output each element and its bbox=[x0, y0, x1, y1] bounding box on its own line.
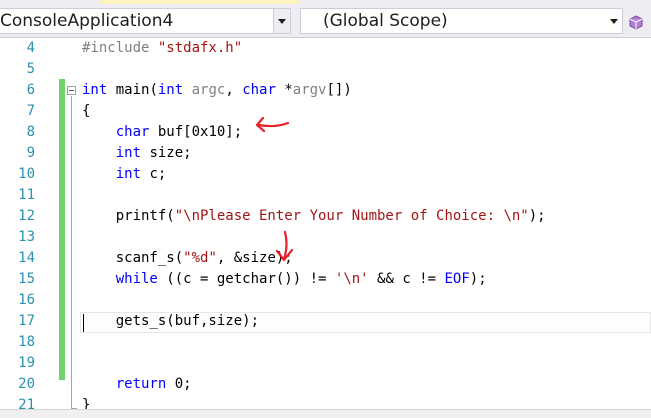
change-indicator bbox=[59, 79, 65, 100]
collapse-icon[interactable] bbox=[67, 86, 76, 95]
code-token: int bbox=[157, 82, 184, 98]
code-token: return bbox=[115, 376, 167, 392]
code-token: while bbox=[115, 271, 158, 287]
code-token: main( bbox=[107, 82, 158, 98]
scope-dropdown-label: (Global Scope) bbox=[323, 11, 448, 31]
line-number: 13 bbox=[18, 229, 35, 245]
code-token: scanf_s( bbox=[82, 250, 184, 266]
text-caret bbox=[83, 314, 84, 332]
red-arrow-size bbox=[275, 230, 294, 262]
code-token: []) bbox=[326, 82, 352, 98]
code-line[interactable]: int main(int argc, char *argv[]) bbox=[82, 80, 352, 101]
line-number: 9 bbox=[26, 145, 35, 161]
code-token: "%d" bbox=[183, 250, 217, 266]
code-token: '\n' bbox=[334, 271, 369, 287]
code-token: c; bbox=[141, 166, 167, 182]
active-tab-hint bbox=[100, 0, 300, 4]
cube-icon[interactable] bbox=[626, 13, 646, 33]
code-line[interactable]: int size; bbox=[82, 143, 192, 164]
code-token: ); bbox=[528, 208, 546, 224]
line-number: 16 bbox=[18, 292, 35, 308]
code-token: EOF bbox=[444, 271, 470, 287]
code-token: argv bbox=[292, 82, 327, 98]
line-number: 17 bbox=[18, 313, 35, 329]
outline-line bbox=[71, 96, 72, 409]
line-number: 12 bbox=[18, 208, 35, 224]
code-token: && c != bbox=[368, 271, 445, 287]
code-token: char bbox=[115, 124, 150, 140]
navigation-bar: ConsoleApplication4 (Global Scope) bbox=[0, 5, 651, 38]
line-number: 6 bbox=[26, 82, 35, 98]
line-number: 7 bbox=[26, 103, 35, 119]
project-dropdown[interactable]: ConsoleApplication4 bbox=[0, 8, 291, 34]
line-number: 20 bbox=[18, 376, 35, 392]
code-token: "\nPlease Enter Your Number of Choice: \… bbox=[174, 208, 529, 224]
code-token: ); bbox=[469, 271, 487, 287]
code-token: int bbox=[115, 166, 142, 182]
code-line[interactable]: while ((c = getchar()) != '\n' && c != E… bbox=[82, 269, 487, 290]
code-token: * bbox=[275, 82, 293, 98]
line-number: 4 bbox=[26, 40, 35, 56]
line-number: 10 bbox=[18, 166, 35, 182]
code-token: size; bbox=[141, 145, 192, 161]
red-arrow-buf bbox=[255, 116, 290, 133]
code-line[interactable]: #include "stdafx.h" bbox=[82, 38, 242, 59]
code-token: gets_s(buf,size); bbox=[82, 313, 260, 329]
change-indicator bbox=[59, 100, 65, 380]
line-number: 8 bbox=[26, 124, 35, 140]
code-line[interactable]: printf("\nPlease Enter Your Number of Ch… bbox=[82, 206, 546, 227]
code-token: { bbox=[82, 103, 91, 119]
line-number: 15 bbox=[18, 271, 35, 287]
code-token: #include bbox=[82, 40, 158, 56]
project-dropdown-label: ConsoleApplication4 bbox=[0, 11, 174, 31]
code-token: int bbox=[115, 145, 142, 161]
code-line[interactable]: int c; bbox=[82, 164, 167, 185]
line-number: 18 bbox=[18, 334, 35, 350]
code-token: printf( bbox=[82, 208, 175, 224]
code-token: char bbox=[242, 82, 276, 98]
scope-dropdown[interactable]: (Global Scope) bbox=[300, 8, 623, 34]
code-line[interactable]: scanf_s("%d", &size); bbox=[82, 248, 293, 269]
line-number: 5 bbox=[26, 61, 35, 77]
code-token: argc bbox=[191, 82, 226, 98]
line-number: 11 bbox=[18, 187, 35, 203]
code-line[interactable]: gets_s(buf,size); bbox=[82, 311, 259, 332]
line-number: 14 bbox=[18, 250, 35, 266]
line-number: 19 bbox=[18, 355, 35, 371]
code-token: 0; bbox=[166, 376, 192, 392]
chevron-down-icon[interactable] bbox=[606, 9, 622, 33]
code-token: int bbox=[82, 82, 108, 98]
chevron-down-icon[interactable] bbox=[273, 9, 290, 33]
code-line[interactable]: char buf[0x10]; bbox=[82, 122, 242, 143]
code-token: ((c = getchar()) != bbox=[157, 271, 335, 287]
code-token: , bbox=[225, 82, 243, 98]
code-token: buf[0x10]; bbox=[149, 124, 243, 140]
code-token: "stdafx.h" bbox=[157, 40, 243, 56]
line-number-gutter: 4 5 6 7 8 9 10 11 12 13 14 15 16 17 18 19 20 21 bbox=[0, 38, 60, 417]
code-line[interactable]: return 0; bbox=[82, 374, 192, 395]
code-line[interactable]: { bbox=[82, 101, 90, 122]
